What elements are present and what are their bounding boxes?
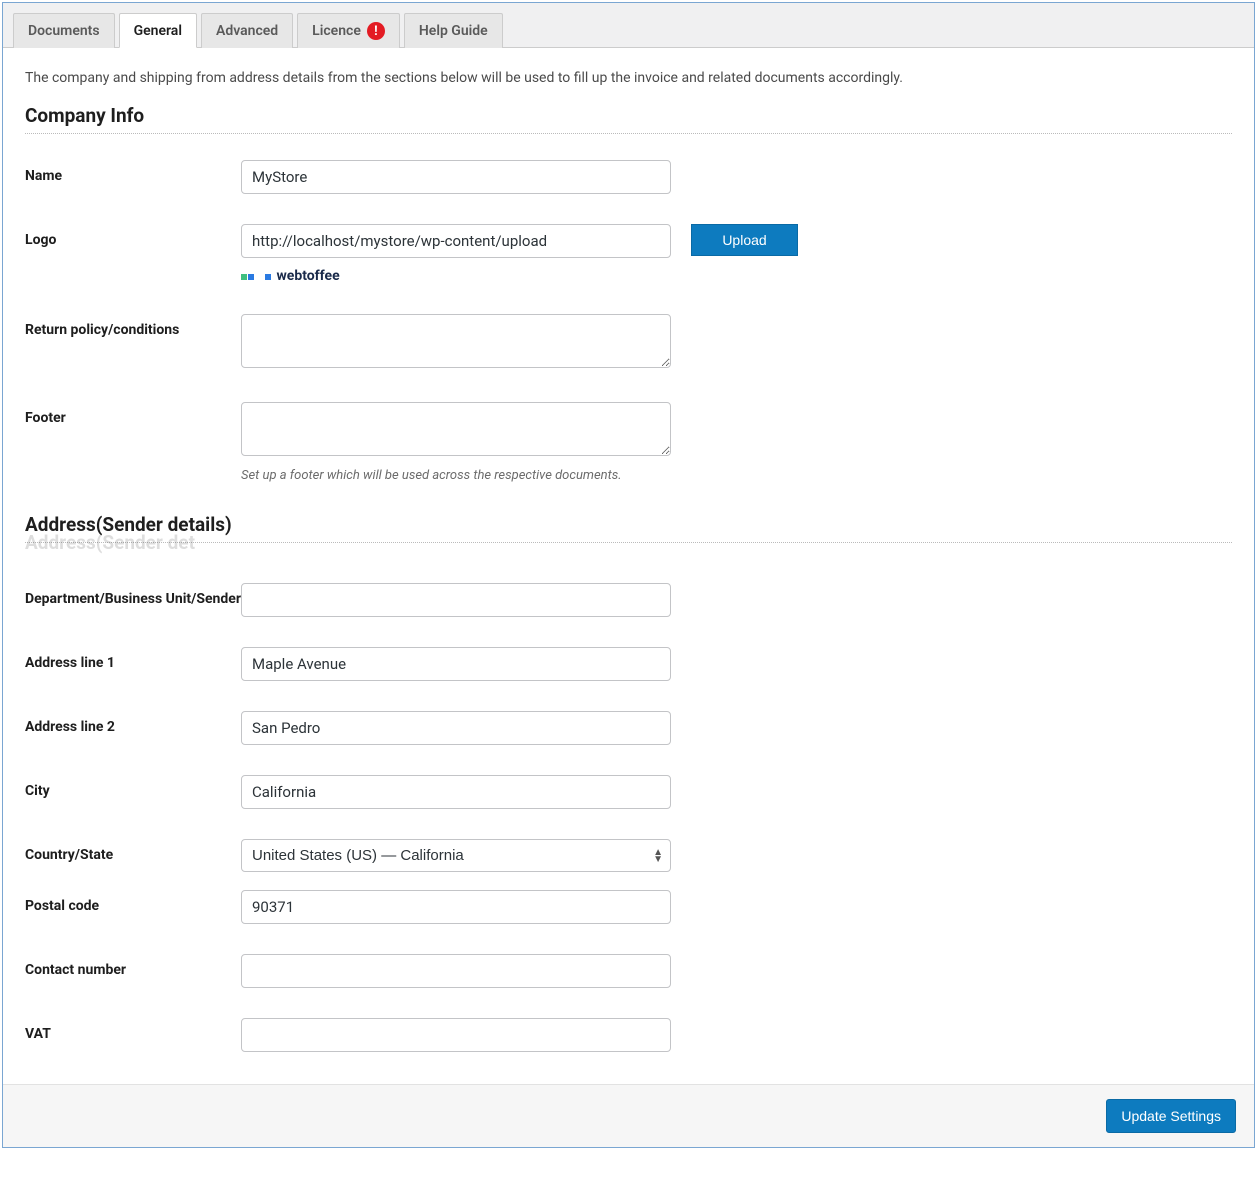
footer-bar: Update Settings [3,1084,1254,1147]
city-input[interactable] [241,775,671,809]
tab-documents[interactable]: Documents [13,13,115,48]
label-department: Department/Business Unit/Sender [25,583,241,607]
row-addr2: Address line 2 [25,711,1232,745]
row-logo: Logo webtoffee Upload [25,224,1232,284]
content-area: The company and shipping from address de… [3,48,1254,1084]
row-contact: Contact number [25,954,1232,988]
row-vat: VAT [25,1018,1232,1052]
logo-preview: webtoffee [241,268,671,284]
logo-preview-icon [241,268,272,284]
tabs-bar: Documents General Advanced Licence ! Hel… [3,3,1254,48]
row-addr1: Address line 1 [25,647,1232,681]
country-state-select[interactable]: United States (US) — California [241,839,671,872]
label-contact: Contact number [25,954,241,978]
tab-licence-label: Licence [312,23,361,39]
label-postal: Postal code [25,890,241,914]
tab-licence[interactable]: Licence ! [297,13,400,48]
row-return-policy: Return policy/conditions [25,314,1232,372]
label-addr2: Address line 2 [25,711,241,735]
tab-advanced[interactable]: Advanced [201,13,293,48]
label-footer: Footer [25,402,241,426]
addr1-input[interactable] [241,647,671,681]
label-addr1: Address line 1 [25,647,241,671]
page-description: The company and shipping from address de… [25,70,1232,86]
section-address: Address(Sender details) Address(Sender d… [25,513,1232,543]
name-input[interactable] [241,160,671,194]
upload-button[interactable]: Upload [691,224,798,256]
label-city: City [25,775,241,799]
alert-icon: ! [367,22,385,40]
row-city: City [25,775,1232,809]
label-vat: VAT [25,1018,241,1042]
postal-input[interactable] [241,890,671,924]
row-footer: Footer Set up a footer which will be use… [25,402,1232,483]
tab-help-guide[interactable]: Help Guide [404,13,503,48]
logo-brand-text: webtoffee [276,268,339,284]
label-country-state: Country/State [25,839,241,863]
footer-help-text: Set up a footer which will be used acros… [241,468,671,483]
footer-input[interactable] [241,402,671,456]
row-postal: Postal code [25,890,1232,924]
label-name: Name [25,160,241,184]
row-department: Department/Business Unit/Sender [25,583,1232,617]
department-input[interactable] [241,583,671,617]
return-policy-input[interactable] [241,314,671,368]
addr2-input[interactable] [241,711,671,745]
tab-general[interactable]: General [119,13,197,48]
row-name: Name [25,160,1232,194]
vat-input[interactable] [241,1018,671,1052]
logo-url-input[interactable] [241,224,671,258]
contact-input[interactable] [241,954,671,988]
label-return-policy: Return policy/conditions [25,314,241,338]
settings-panel: Documents General Advanced Licence ! Hel… [2,2,1255,1148]
section-company-info: Company Info [25,104,1232,134]
label-logo: Logo [25,224,241,248]
update-settings-button[interactable]: Update Settings [1106,1099,1236,1133]
row-country-state: Country/State United States (US) — Calif… [25,839,1232,872]
